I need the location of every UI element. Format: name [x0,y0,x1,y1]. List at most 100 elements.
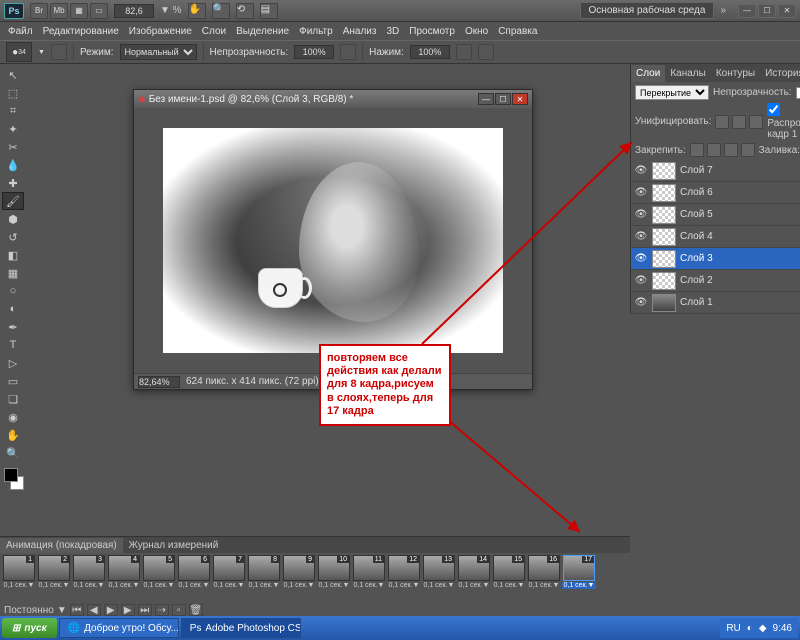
tray-safe-icon[interactable]: ◆ [759,623,767,634]
healing-tool[interactable]: ✚ [2,174,24,192]
layer-row[interactable]: 👁Слой 6 [631,182,800,204]
tab-animation[interactable]: Анимация (покадровая) [0,538,123,553]
last-frame-button[interactable]: ⏭ [138,604,152,616]
menu-layer[interactable]: Слои [202,26,226,37]
menu-edit[interactable]: Редактирование [43,26,119,37]
visibility-icon[interactable]: 👁 [634,252,648,266]
menu-select[interactable]: Выделение [236,26,289,37]
layer-row[interactable]: 👁Слой 1 [631,292,800,314]
opacity-pressure-icon[interactable] [340,44,356,60]
window-close-button[interactable]: ✕ [778,4,796,18]
visibility-icon[interactable]: 👁 [634,296,648,310]
blend-mode-select[interactable]: Нормальный [120,44,197,60]
menu-file[interactable]: Файл [8,26,33,37]
lock-pixels-icon[interactable] [707,143,721,157]
tab-channels[interactable]: Каналы [665,65,711,82]
frame[interactable]: 50,1 сек.▼ [142,555,176,601]
doc-max-button[interactable]: ☐ [495,93,511,105]
bridge-icon[interactable]: Br [30,3,48,19]
lock-all-icon[interactable] [741,143,755,157]
taskbar-item-1[interactable]: 🌐Доброе утро! Обсу... [59,618,179,638]
loop-select[interactable]: Постоянно [4,605,54,616]
frame[interactable]: 150,1 сек.▼ [492,555,526,601]
propagate-check[interactable] [767,103,780,116]
path-tool[interactable]: ▷ [2,354,24,372]
system-tray[interactable]: RU ◐ ◆ 9:46 [720,618,798,638]
tray-lang[interactable]: RU [726,623,740,634]
unify-style-icon[interactable] [749,115,763,129]
unify-vis-icon[interactable] [732,115,746,129]
marquee-tool[interactable]: ⬚ [2,84,24,102]
wand-tool[interactable]: ✦ [2,120,24,138]
pressure-size-icon[interactable] [478,44,494,60]
lock-trans-icon[interactable] [690,143,704,157]
dodge-tool[interactable]: ◐ [2,300,24,318]
stamp-tool[interactable]: ⬢ [2,210,24,228]
zoom-field[interactable] [114,4,154,18]
tab-history[interactable]: История [760,65,800,82]
menu-3d[interactable]: 3D [386,26,399,37]
flow-field[interactable] [410,45,450,59]
view-icon[interactable]: ▦ [70,3,88,19]
screen-icon[interactable]: ▭ [90,3,108,19]
window-max-button[interactable]: ☐ [758,4,776,18]
arrange-icon[interactable]: ▤ [260,3,278,19]
new-frame-button[interactable]: ▫ [172,604,186,616]
layer-row[interactable]: 👁Слой 5 [631,204,800,226]
taskbar-item-2[interactable]: PsAdobe Photoshop CS... [181,618,301,638]
frame[interactable]: 80,1 сек.▼ [247,555,281,601]
visibility-icon[interactable]: 👁 [634,274,648,288]
menu-view[interactable]: Просмотр [409,26,455,37]
move-tool[interactable]: ↖ [2,66,24,84]
window-min-button[interactable]: — [738,4,756,18]
play-button[interactable]: ▶ [104,604,118,616]
frame[interactable]: 130,1 сек.▼ [422,555,456,601]
zoom-tool[interactable]: 🔍 [2,444,24,462]
shape-tool[interactable]: ▭ [2,372,24,390]
frame[interactable]: 120,1 сек.▼ [387,555,421,601]
gradient-tool[interactable]: ▦ [2,264,24,282]
visibility-icon[interactable]: 👁 [634,230,648,244]
3d-camera-tool[interactable]: ◉ [2,408,24,426]
zoom-tool-icon[interactable]: 🔍 [212,3,230,19]
rotate-view-icon[interactable]: ⟲ [236,3,254,19]
foreground-swatch[interactable] [4,468,18,482]
doc-close-button[interactable]: ✕ [512,93,528,105]
hand-tool-icon[interactable]: ✋ [188,3,206,19]
tab-paths[interactable]: Контуры [711,65,760,82]
frame[interactable]: 20,1 сек.▼ [37,555,71,601]
visibility-icon[interactable]: 👁 [634,186,648,200]
frame[interactable]: 90,1 сек.▼ [282,555,316,601]
layer-row[interactable]: 👁Слой 7 [631,160,800,182]
tween-button[interactable]: ⇢ [155,604,169,616]
layer-row[interactable]: 👁Слой 3 [631,248,800,270]
unify-pos-icon[interactable] [715,115,729,129]
blur-tool[interactable]: ○ [2,282,24,300]
brush-preset[interactable]: ●34 [6,42,32,62]
layer-row[interactable]: 👁Слой 2 [631,270,800,292]
3d-tool[interactable]: ❏ [2,390,24,408]
brush-panel-icon[interactable] [51,44,67,60]
frame[interactable]: 40,1 сек.▼ [107,555,141,601]
doc-zoom-field[interactable] [138,376,180,388]
first-frame-button[interactable]: ⏮ [70,604,84,616]
frame[interactable]: 30,1 сек.▼ [72,555,106,601]
type-tool[interactable]: T [2,336,24,354]
opacity-field[interactable] [294,45,334,59]
menu-window[interactable]: Окно [465,26,488,37]
tab-measurement-log[interactable]: Журнал измерений [123,538,225,553]
menu-filter[interactable]: Фильтр [299,26,333,37]
tab-layers[interactable]: Слои [631,65,665,82]
frame[interactable]: 110,1 сек.▼ [352,555,386,601]
prev-frame-button[interactable]: ◀ [87,604,101,616]
menu-analysis[interactable]: Анализ [343,26,377,37]
frame[interactable]: 60,1 сек.▼ [177,555,211,601]
lasso-tool[interactable]: ⌗ [2,102,24,120]
mb-icon[interactable]: Mb [50,3,68,19]
frame[interactable]: 100,1 сек.▼ [317,555,351,601]
brush-tool[interactable]: 🖌 [2,192,24,210]
history-brush-tool[interactable]: ↺ [2,228,24,246]
workspace-switcher[interactable]: Основная рабочая среда [580,2,715,19]
frame[interactable]: 160,1 сек.▼ [527,555,561,601]
canvas-area[interactable] [134,108,532,373]
